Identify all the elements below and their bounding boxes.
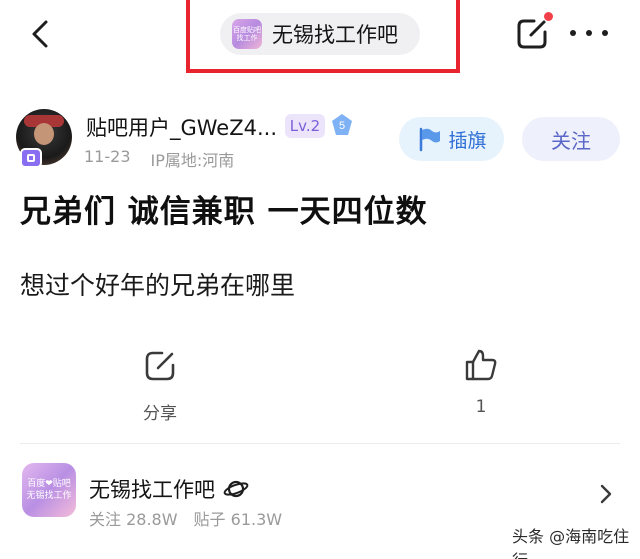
back-button[interactable] (22, 14, 62, 54)
more-button[interactable] (570, 22, 608, 44)
edit-button[interactable] (514, 16, 550, 52)
back-arrow-icon (32, 20, 48, 48)
notification-dot (544, 12, 553, 21)
diamond-badge-value: 5 (339, 120, 345, 132)
top-bar: 百度贴吧 找工作 无锡找工作吧 (0, 0, 640, 80)
post-meta: 11-23 IP属地:河南 (84, 147, 234, 171)
level-badge: Lv.2 (285, 114, 325, 138)
like-count: 1 (475, 397, 487, 417)
more-dot-icon (586, 30, 592, 36)
post-title: 兄弟们 诚信兼职 一天四位数 (20, 194, 428, 230)
follow-label: 关注 (551, 128, 591, 153)
watermark: 头条 @海南吃住行 (512, 527, 630, 559)
edit-icon (517, 19, 547, 49)
forum-followers: 关注 28.8W (89, 510, 178, 529)
more-dot-icon (602, 30, 608, 36)
share-button[interactable]: 分享 (130, 349, 190, 424)
forum-title: 无锡找工作吧 (272, 23, 398, 47)
planet-icon (223, 480, 249, 498)
ip-location: IP属地:河南 (150, 151, 235, 170)
forum-title-pill[interactable]: 百度贴吧 找工作 无锡找工作吧 (220, 13, 420, 55)
divider (20, 443, 620, 444)
avatar-badge-icon (20, 148, 42, 168)
forum-posts: 贴子 61.3W (193, 510, 283, 529)
post-body: 想过个好年的兄弟在哪里 (20, 271, 296, 300)
diamond-badge-icon: 5 (332, 114, 352, 135)
author-name[interactable]: 贴吧用户_GWeZ4... (86, 112, 277, 142)
like-button[interactable]: 1 (451, 347, 511, 419)
forum-logo-small-text: 百度贴吧 找工作 (233, 26, 261, 42)
chevron-right-icon (600, 484, 612, 504)
avatar-face-shape (34, 123, 54, 145)
flag-label: 插旗 (448, 129, 487, 152)
flag-icon (420, 127, 441, 152)
share-label: 分享 (143, 404, 177, 424)
post-date: 11-23 (84, 147, 131, 166)
share-icon (145, 351, 175, 381)
thumbs-up-icon (465, 349, 497, 381)
forum-logo-line1: 百度❤贴吧 (27, 479, 71, 489)
more-dot-icon (570, 30, 576, 36)
flag-button[interactable]: 插旗 (399, 117, 504, 161)
forum-logo-line2: 无锡找工作 (26, 491, 72, 501)
forum-card-name: 无锡找工作吧 (89, 474, 249, 504)
forum-logo-small: 百度贴吧 找工作 (232, 19, 262, 49)
forum-logo: 百度❤贴吧 无锡找工作 (22, 463, 76, 517)
forum-stats: 关注 28.8W 贴子 61.3W (89, 506, 282, 530)
forum-card-name-text: 无锡找工作吧 (89, 478, 215, 502)
follow-button[interactable]: 关注 (522, 117, 620, 161)
